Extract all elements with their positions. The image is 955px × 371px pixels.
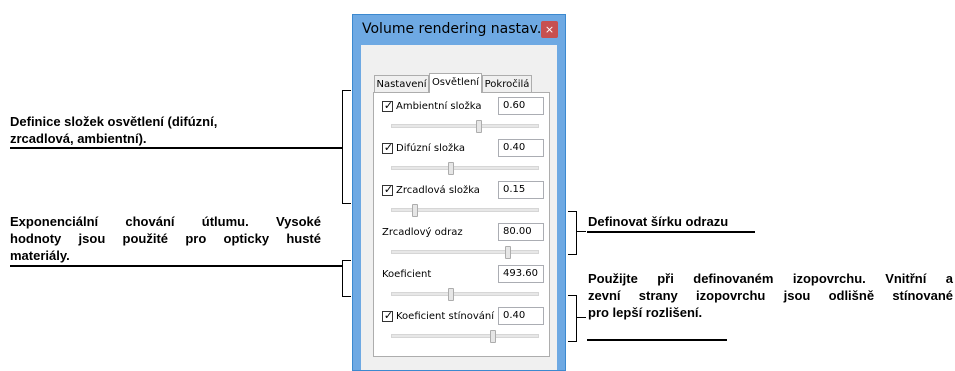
diffuse-value-input[interactable]: 0.40 xyxy=(498,139,544,157)
tab-osvetleni[interactable]: Osvětlení xyxy=(429,73,482,93)
coefficient-slider-track[interactable] xyxy=(391,292,539,296)
isosurface-annotation-line-1: Použijte při definovaném izopovrchu. Vni… xyxy=(588,271,953,286)
diffuse-slider-track[interactable] xyxy=(391,166,539,170)
isosurface-annotation-line-2: zevní strany izopovrchu jsou odlišně stí… xyxy=(588,288,953,303)
ambient-value-input[interactable]: 0.60 xyxy=(498,97,544,115)
lighting-annotation-underline xyxy=(10,147,342,149)
specular-value-input[interactable]: 0.15 xyxy=(498,181,544,199)
attenuation-annotation-line-3: materiály. xyxy=(10,248,70,263)
isosurface-annotation-underline xyxy=(587,339,727,341)
specular-reflection-label: Zrcadlový odraz xyxy=(382,227,463,238)
reflection-width-annotation: Definovat šírku odrazu xyxy=(588,214,729,229)
checkmark-icon: ✓ xyxy=(383,309,394,322)
checkmark-icon: ✓ xyxy=(383,183,394,196)
reflection-width-bracket xyxy=(568,211,577,255)
close-icon: × xyxy=(544,23,555,36)
isosurface-bracket xyxy=(568,295,577,342)
tab-pokrocila[interactable]: Pokročilá xyxy=(482,75,532,92)
shading-coefficient-checkbox[interactable]: ✓ xyxy=(382,309,394,322)
checkmark-icon: ✓ xyxy=(383,141,394,154)
shading-coefficient-slider-track[interactable] xyxy=(391,334,539,338)
coefficient-slider-thumb[interactable] xyxy=(447,288,454,301)
checkmark-icon: ✓ xyxy=(383,99,394,112)
shading-coefficient-slider-thumb[interactable] xyxy=(490,330,497,343)
dialog-client-area: Nastavení Osvětlení Pokročilá ✓ Ambientn… xyxy=(361,45,557,370)
isosurface-annotation-line-3: pro lepší rozlišení. xyxy=(588,305,703,320)
ambient-slider-thumb[interactable] xyxy=(476,120,483,133)
specular-reflection-input[interactable]: 80.00 xyxy=(498,223,544,241)
specular-label: Zrcadlová složka xyxy=(396,185,480,196)
lighting-bracket xyxy=(342,90,351,204)
lighting-annotation-line-1: Definice složek osvětlení (difúzní, xyxy=(10,114,218,129)
coefficient-label: Koeficient xyxy=(382,269,432,280)
volume-rendering-dialog: Volume rendering nastav... × Nastavení O… xyxy=(352,14,566,371)
attenuation-annotation: Exponenciální chování útlumu. Vysoké hod… xyxy=(10,213,321,264)
isosurface-connector xyxy=(576,317,586,318)
attenuation-annotation-line-1: Exponenciální chování útlumu. Vysoké xyxy=(10,214,321,229)
dialog-title: Volume rendering nastav... xyxy=(362,21,551,37)
coefficient-input[interactable]: 493.60 xyxy=(498,265,544,283)
diffuse-checkbox[interactable]: ✓ xyxy=(382,141,394,154)
isosurface-annotation: Použijte při definovaném izopovrchu. Vni… xyxy=(588,270,953,321)
diffuse-slider-thumb[interactable] xyxy=(447,162,454,175)
reflection-width-underline xyxy=(587,231,755,233)
ambient-label: Ambientní složka xyxy=(396,101,482,112)
tab-nastaveni[interactable]: Nastavení xyxy=(374,75,429,92)
specular-slider-thumb[interactable] xyxy=(412,204,419,217)
shading-coefficient-input[interactable]: 0.40 xyxy=(498,307,544,325)
lighting-annotation-line-2: zrcadlová, ambientní). xyxy=(10,131,147,146)
close-button[interactable]: × xyxy=(541,21,558,38)
shading-coefficient-label: Koeficient stínování xyxy=(396,311,495,322)
diffuse-label: Difúzní složka xyxy=(396,143,465,154)
reflection-width-connector xyxy=(576,231,586,232)
specular-reflection-slider-track[interactable] xyxy=(391,250,539,254)
lighting-tab-panel: ✓ Ambientní složka 0.60 ✓ Difúzní složka… xyxy=(373,92,550,357)
ambient-slider-track[interactable] xyxy=(391,124,539,128)
ambient-checkbox[interactable]: ✓ xyxy=(382,99,394,112)
attenuation-annotation-underline xyxy=(10,265,342,267)
window-frame: Nastavení Osvětlení Pokročilá ✓ Ambientn… xyxy=(353,45,565,370)
specular-reflection-slider-thumb[interactable] xyxy=(504,246,511,259)
lighting-annotation: Definice složek osvětlení (difúzní, zrca… xyxy=(10,113,310,147)
attenuation-annotation-line-2: hodnoty jsou použité pro opticky husté xyxy=(10,231,321,246)
title-bar[interactable]: Volume rendering nastav... × xyxy=(353,15,565,45)
attenuation-bracket xyxy=(342,260,351,297)
specular-checkbox[interactable]: ✓ xyxy=(382,183,394,196)
